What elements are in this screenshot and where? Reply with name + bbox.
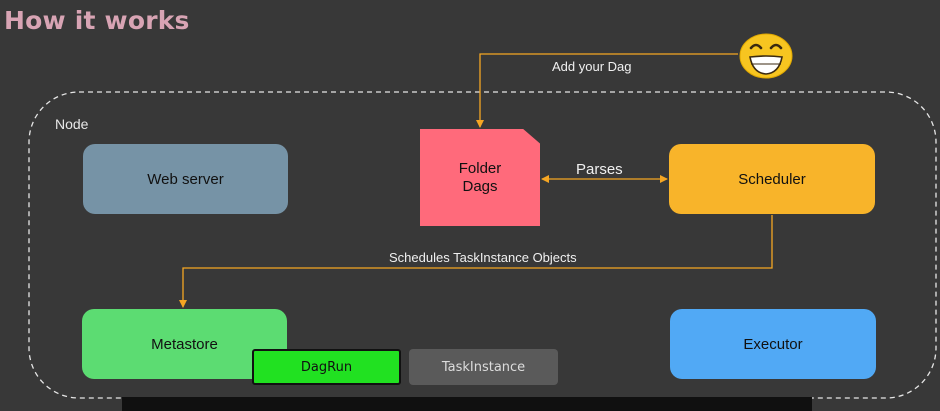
- folder-label-line1: Folder: [458, 159, 502, 177]
- folder-dags-box: Folder Dags: [420, 129, 540, 226]
- folder-label-line2: Dags: [462, 177, 498, 195]
- taskinstance-tab[interactable]: TaskInstance: [409, 349, 558, 385]
- node-label: Node: [55, 116, 89, 132]
- web-server-label: Web server: [147, 170, 224, 188]
- executor-box: Executor: [670, 309, 876, 379]
- add-dag-label: Add your Dag: [552, 59, 632, 74]
- web-server-box: Web server: [83, 144, 288, 214]
- dagrun-tab[interactable]: DagRun: [252, 349, 401, 385]
- grinning-face-icon: [739, 33, 793, 79]
- scheduler-label: Scheduler: [738, 170, 806, 188]
- parses-label: Parses: [576, 161, 623, 178]
- metastore-label: Metastore: [151, 335, 218, 353]
- executor-label: Executor: [743, 335, 803, 353]
- scheduler-box: Scheduler: [669, 144, 875, 214]
- schedules-label: Schedules TaskInstance Objects: [389, 250, 577, 265]
